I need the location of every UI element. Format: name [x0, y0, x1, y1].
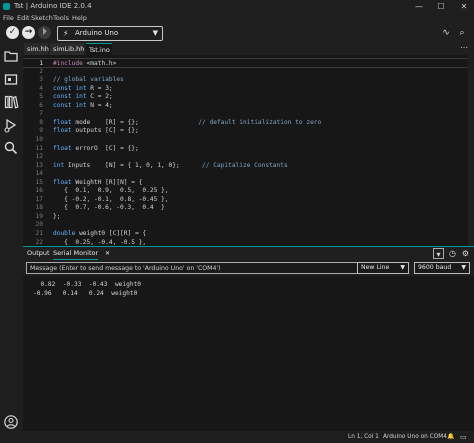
verify-button[interactable]: ✓	[6, 26, 19, 39]
menu-sketch[interactable]: Sketch	[31, 13, 53, 24]
title-bar: Tst | Arduino IDE 2.0.4 — ☐ ✕	[0, 0, 474, 13]
baud-rate-select[interactable]: 9600 baud ▼	[414, 262, 470, 274]
menu-edit[interactable]: Edit	[17, 13, 30, 24]
serial-line: -0.96 0.14 0.24 weight0	[33, 290, 138, 297]
menu-help[interactable]: Help	[72, 13, 87, 24]
close-icon[interactable]: ✕	[105, 247, 110, 260]
clear-output-icon[interactable]: ⚙	[460, 248, 471, 259]
tab-sim-hh[interactable]: sim.hh	[24, 43, 49, 55]
minimize-button[interactable]: —	[410, 0, 428, 13]
chevron-down-icon: ▼	[461, 264, 466, 271]
tab-simlib-hh[interactable]: simLib.hh	[50, 43, 84, 55]
folder-icon[interactable]	[3, 48, 19, 64]
usb-icon: ⚡	[63, 29, 69, 38]
code-text: { 0.25, -0.4, -0.5 },	[53, 238, 147, 246]
toggle-sidebar-icon[interactable]: ▭	[460, 431, 467, 443]
serial-monitor-icon[interactable]: ⌕	[456, 27, 468, 39]
debug-icon[interactable]	[3, 117, 19, 133]
status-bar: Ln 1, Col 1 Arduino Uno on COM4 🔔 ▭	[0, 431, 474, 443]
serial-input-bar: Message (Enter to send message to 'Ardui…	[23, 261, 474, 275]
board-status[interactable]: Arduino Uno on COM4	[383, 431, 447, 443]
code-editor[interactable]: 1 #include <math.h> 2 3// global variables 4…	[23, 55, 474, 246]
library-manager-icon[interactable]	[3, 94, 19, 110]
code-line[interactable]: 22 { 0.25, -0.4, -0.5 },	[23, 238, 474, 246]
board-name: Arduino Uno	[75, 29, 119, 37]
tab-tst-ino[interactable]: Tst.ino	[86, 43, 112, 55]
autoscroll-icon[interactable]: ◷	[447, 248, 458, 259]
upload-button[interactable]: →	[22, 26, 35, 39]
cursor-position[interactable]: Ln 1, Col 1	[348, 431, 379, 443]
search-icon[interactable]	[3, 140, 19, 156]
menu-file[interactable]: File	[3, 13, 14, 24]
menu-bar: File Edit Sketch Tools Help	[0, 13, 474, 24]
more-actions-icon[interactable]: ⋯	[460, 43, 468, 52]
board-selector[interactable]: ⚡ Arduino Uno ▼	[57, 26, 163, 41]
line-number: 22	[35, 238, 43, 246]
line-ending-select[interactable]: New Line ▼	[357, 262, 409, 274]
boards-manager-icon[interactable]	[3, 72, 19, 88]
tab-output[interactable]: Output	[27, 247, 50, 260]
debug-button[interactable]: ⏵	[38, 26, 51, 39]
close-window-button[interactable]: ✕	[455, 0, 473, 13]
serial-message-input[interactable]: Message (Enter to send message to 'Ardui…	[26, 262, 374, 274]
arduino-app-icon	[3, 3, 10, 10]
chevron-down-icon: ▼	[152, 29, 158, 37]
editor-tabs: sim.hh simLib.hh Tst.ino ⋯	[23, 42, 474, 55]
tab-serial-monitor[interactable]: Serial Monitor	[53, 247, 99, 260]
serial-output: 0.82 -0.33 -0.43 weight0 -0.96 0.14 0.24…	[23, 276, 474, 431]
window-title: Tst | Arduino IDE 2.0.4	[14, 2, 92, 10]
maximize-button[interactable]: ☐	[432, 0, 450, 13]
collapse-panel-icon[interactable]: ▾	[433, 248, 444, 259]
menu-tools[interactable]: Tools	[53, 13, 69, 24]
account-icon[interactable]	[3, 414, 19, 430]
chevron-down-icon: ▼	[400, 264, 405, 271]
baud-rate-value: 9600 baud	[418, 264, 452, 271]
line-ending-value: New Line	[361, 264, 390, 271]
notifications-icon[interactable]: 🔔	[447, 431, 454, 443]
serial-plotter-icon[interactable]: ∿	[440, 27, 452, 39]
serial-line: 0.82 -0.33 -0.43 weight0	[33, 281, 142, 288]
editor-scrollbar[interactable]	[468, 55, 474, 246]
sidebar	[0, 42, 23, 431]
bottom-panel-tabs: Output Serial Monitor ✕ ▾ ◷ ⚙	[23, 247, 474, 260]
